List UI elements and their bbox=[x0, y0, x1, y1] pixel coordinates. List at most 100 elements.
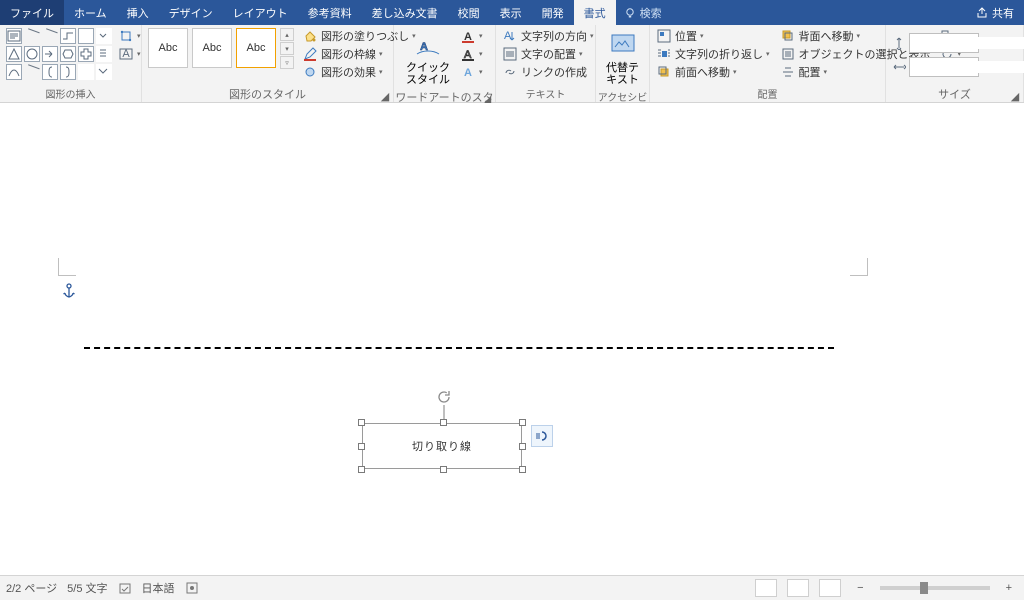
height-field[interactable]: mm ▴▾ bbox=[909, 33, 979, 53]
shape-textbox-icon[interactable] bbox=[6, 28, 22, 44]
text-outline-button[interactable]: A▾ bbox=[460, 46, 483, 62]
group-arrange: 位置▾ 文字列の折り返し▾ 前面へ移動▾ 背面へ移動▾ オブジェクトの選択と表示… bbox=[650, 25, 886, 102]
zoom-out-button[interactable]: − bbox=[851, 582, 869, 594]
shape-freeform-icon[interactable] bbox=[24, 64, 40, 80]
tab-developer[interactable]: 開発 bbox=[532, 0, 574, 25]
effects-icon bbox=[302, 64, 318, 80]
style-preset[interactable]: Abc bbox=[192, 28, 232, 68]
anchor-icon[interactable] bbox=[62, 283, 76, 299]
tab-insert[interactable]: 挿入 bbox=[117, 0, 159, 25]
selection-handle[interactable] bbox=[519, 466, 526, 473]
shape-rect-icon[interactable] bbox=[78, 28, 94, 44]
selection-handle[interactable] bbox=[358, 443, 365, 450]
tab-home[interactable]: ホーム bbox=[64, 0, 117, 25]
shape-line-icon[interactable] bbox=[42, 28, 58, 44]
width-field[interactable]: mm ▴▾ bbox=[909, 57, 979, 77]
document-canvas[interactable]: 切り取り線 bbox=[0, 103, 1024, 575]
margin-crop-mark bbox=[58, 258, 76, 276]
text-direction-button[interactable]: A文字列の方向▾ bbox=[502, 28, 594, 44]
group-label: 配置 bbox=[650, 86, 885, 102]
word-count[interactable]: 5/5 文字 bbox=[67, 580, 107, 596]
link-icon bbox=[502, 64, 518, 80]
tab-design[interactable]: デザイン bbox=[159, 0, 223, 25]
shape-line-icon[interactable] bbox=[24, 28, 40, 44]
cut-line bbox=[84, 347, 834, 349]
textbox-icon: A bbox=[118, 46, 134, 62]
align-text-button[interactable]: 文字の配置▾ bbox=[502, 46, 594, 62]
text-effects-icon: A bbox=[460, 64, 476, 80]
selection-handle[interactable] bbox=[519, 443, 526, 450]
layout-options-button[interactable] bbox=[531, 425, 553, 447]
tab-format[interactable]: 書式 bbox=[574, 0, 616, 25]
gallery-scroll-up[interactable]: ▴ bbox=[280, 28, 294, 41]
dialog-launcher-icon[interactable]: ◢ bbox=[1009, 90, 1021, 102]
shape-hexagon-icon[interactable] bbox=[60, 46, 76, 62]
tab-layout[interactable]: レイアウト bbox=[223, 0, 298, 25]
bring-forward-button[interactable]: 前面へ移動▾ bbox=[656, 64, 770, 80]
tab-view[interactable]: 表示 bbox=[490, 0, 532, 25]
position-button[interactable]: 位置▾ bbox=[656, 28, 770, 44]
tab-review[interactable]: 校閲 bbox=[448, 0, 490, 25]
tab-file[interactable]: ファイル bbox=[0, 0, 64, 25]
style-preset[interactable]: Abc bbox=[236, 28, 276, 68]
wrap-text-button[interactable]: 文字列の折り返し▾ bbox=[656, 46, 770, 62]
language-status[interactable]: 日本語 bbox=[142, 580, 175, 596]
group-label: サイズ◢ bbox=[886, 86, 1023, 102]
draw-textbox-button[interactable]: A▾ bbox=[118, 46, 141, 62]
shape-more-icon[interactable] bbox=[96, 28, 112, 44]
group-accessibility: 代替テ キスト アクセシビリティ bbox=[596, 25, 650, 102]
shape-circle-icon[interactable] bbox=[24, 46, 40, 62]
selection-handle[interactable] bbox=[358, 466, 365, 473]
shape-connector-icon[interactable] bbox=[60, 28, 76, 44]
dialog-launcher-icon[interactable]: ◢ bbox=[379, 90, 391, 102]
position-label: 位置 bbox=[675, 28, 697, 44]
style-preset[interactable]: Abc bbox=[148, 28, 188, 68]
spellcheck-icon[interactable] bbox=[118, 581, 132, 595]
shape-arrow-icon[interactable] bbox=[42, 46, 58, 62]
read-mode-button[interactable] bbox=[755, 579, 777, 597]
text-effects-button[interactable]: A▾ bbox=[460, 64, 483, 80]
web-layout-button[interactable] bbox=[819, 579, 841, 597]
shape-more-icon[interactable] bbox=[96, 46, 112, 62]
shape-edit-icon[interactable] bbox=[78, 64, 94, 80]
macro-icon[interactable] bbox=[185, 581, 199, 595]
tab-references[interactable]: 参考資料 bbox=[298, 0, 362, 25]
style-gallery[interactable]: Abc Abc Abc bbox=[148, 28, 276, 68]
gallery-scroll-down[interactable]: ▾ bbox=[280, 42, 294, 55]
gallery-more[interactable]: ▿ bbox=[280, 56, 294, 69]
shape-plus-icon[interactable] bbox=[78, 46, 94, 62]
shape-brace-icon[interactable] bbox=[60, 64, 76, 80]
align-label: 配置 bbox=[799, 64, 821, 80]
selection-handle[interactable] bbox=[358, 419, 365, 426]
svg-text:A: A bbox=[504, 30, 512, 42]
shape-dropdown-icon[interactable] bbox=[96, 64, 112, 80]
rotation-handle-icon[interactable] bbox=[436, 389, 452, 405]
zoom-slider[interactable] bbox=[880, 586, 990, 590]
quick-styles-button[interactable]: A クイック スタイル bbox=[400, 28, 456, 86]
selection-handle[interactable] bbox=[440, 419, 447, 426]
height-input[interactable] bbox=[910, 37, 1024, 49]
alt-text-icon bbox=[607, 28, 639, 60]
tab-mailings[interactable]: 差し込み文書 bbox=[362, 0, 448, 25]
zoom-thumb[interactable] bbox=[920, 582, 928, 594]
text-fill-button[interactable]: A▾ bbox=[460, 28, 483, 44]
width-input[interactable] bbox=[910, 61, 1024, 73]
tell-me-search[interactable]: 検索 bbox=[616, 0, 670, 25]
edit-shape-icon bbox=[118, 28, 134, 44]
shapes-gallery[interactable] bbox=[6, 28, 112, 80]
selection-handle[interactable] bbox=[519, 419, 526, 426]
edit-shape-button[interactable]: ▾ bbox=[118, 28, 141, 44]
textbox-object[interactable]: 切り取り線 bbox=[362, 423, 522, 469]
text-outline-icon: A bbox=[460, 46, 476, 62]
shape-curve-icon[interactable] bbox=[6, 64, 22, 80]
shape-brace-icon[interactable] bbox=[42, 64, 58, 80]
page-count[interactable]: 2/2 ページ bbox=[6, 580, 57, 596]
create-link-button[interactable]: リンクの作成 bbox=[502, 64, 594, 80]
selection-handle[interactable] bbox=[440, 466, 447, 473]
alt-text-button[interactable]: 代替テ キスト bbox=[600, 28, 645, 86]
shape-triangle-icon[interactable] bbox=[6, 46, 22, 62]
share-button[interactable]: 共有 bbox=[966, 0, 1024, 25]
print-layout-button[interactable] bbox=[787, 579, 809, 597]
zoom-in-button[interactable]: + bbox=[1000, 582, 1018, 594]
width-icon bbox=[892, 60, 906, 74]
